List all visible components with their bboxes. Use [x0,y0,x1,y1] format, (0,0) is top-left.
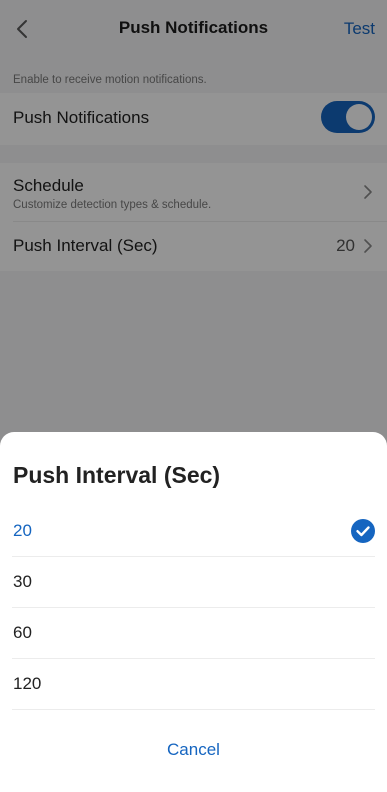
checkmark-icon [351,519,375,543]
interval-option-120[interactable]: 120 [12,659,375,710]
option-label: 120 [13,674,42,693]
cancel-button[interactable]: Cancel [0,740,387,760]
sheet-title: Push Interval (Sec) [13,462,221,488]
interval-option-30[interactable]: 30 [12,557,375,608]
interval-option-20[interactable]: 20 [12,506,375,557]
push-interval-sheet: Push Interval (Sec) 20 30 60 120 Cancel [0,432,387,792]
option-label: 60 [13,623,32,642]
option-label: 20 [13,521,32,540]
option-label: 30 [13,572,32,591]
interval-option-60[interactable]: 60 [12,608,375,659]
